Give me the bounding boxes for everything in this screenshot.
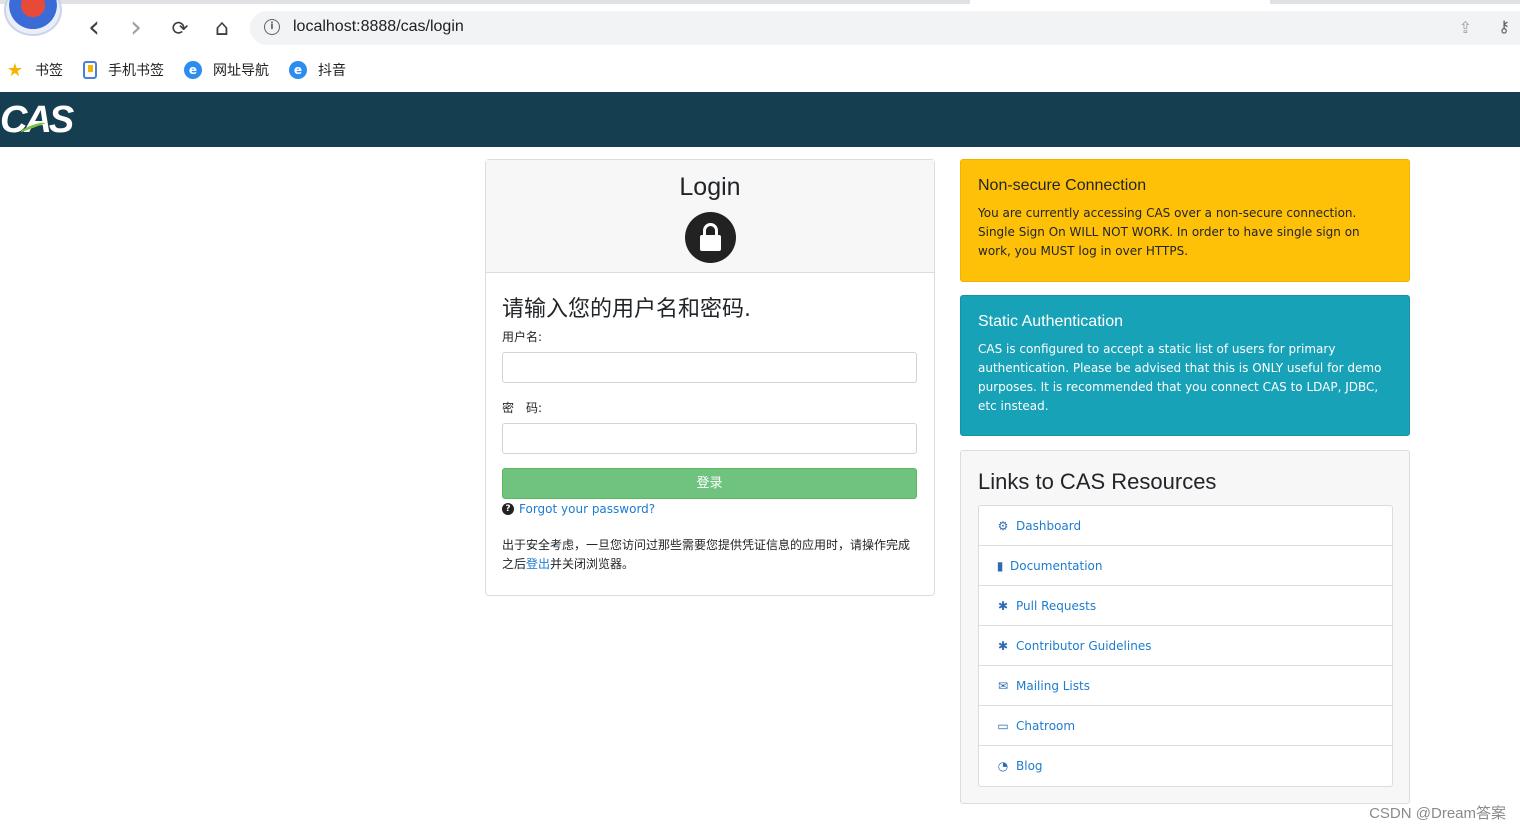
password-label: 密 码: <box>502 401 543 415</box>
bookmark-item-bookmarks[interactable]: ★ 书签 <box>6 59 63 81</box>
reload-icon: ⟳ <box>171 16 189 40</box>
login-card-header: Login <box>486 160 934 273</box>
security-note-tail: 并关闭浏览器。 <box>550 557 635 571</box>
home-icon: ⌂ <box>215 15 229 41</box>
resource-label: Mailing Lists <box>1016 678 1090 693</box>
resource-label: Blog <box>1016 759 1043 773</box>
security-note: 出于安全考虑，一旦您访问过那些需要您提供凭证信息的应用时，请操作完成之后登出并关… <box>502 536 918 574</box>
bookmarks-bar: ★ 书签 手机书签 e 网址导航 e 抖音 <box>0 56 360 84</box>
file-icon: ▮ <box>996 558 1004 573</box>
static-auth-title: Static Authentication <box>978 313 1123 330</box>
login-button[interactable]: 登录 <box>502 468 917 499</box>
bookmark-label: 书签 <box>35 63 63 79</box>
forgot-password-row: ? Forgot your password? <box>502 502 918 516</box>
username-label: 用户名: <box>502 330 543 344</box>
bookmark-item-douyin[interactable]: e 抖音 <box>289 60 346 80</box>
resource-label: Contributor Guidelines <box>1016 638 1152 653</box>
bookmark-item-navigation[interactable]: e 网址导航 <box>184 60 269 80</box>
rss-icon: ◔ <box>997 759 1009 773</box>
username-input[interactable] <box>502 352 917 383</box>
login-title: Login <box>679 173 741 201</box>
url-text[interactable]: localhost:8888/cas/login <box>293 18 464 36</box>
profile-avatar[interactable] <box>4 0 62 36</box>
resource-link-contributor-guidelines[interactable]: ✱ Contributor Guidelines <box>979 626 1392 666</box>
non-secure-title: Non-secure Connection <box>978 177 1147 194</box>
logout-link[interactable]: 登出 <box>526 557 550 571</box>
comment-icon: ▭ <box>997 718 1009 733</box>
browser-chrome: ‹ › ⟳ ⌂ i localhost:8888/cas/login ⇪ ⚷ ★… <box>0 0 1520 92</box>
non-secure-text: You are currently accessing CAS over a n… <box>978 206 1360 258</box>
cas-logo[interactable]: CAS <box>0 99 74 142</box>
bookmark-label: 抖音 <box>318 63 346 79</box>
resource-link-blog[interactable]: ◔ Blog <box>979 746 1392 786</box>
phone-bookmark-icon <box>83 61 97 79</box>
resource-link-dashboard[interactable]: ⚙ Dashboard <box>979 506 1392 546</box>
watermark: CSDN @Dream答案 <box>1369 805 1506 822</box>
static-auth-text: CAS is configured to accept a static lis… <box>978 342 1382 413</box>
login-form: 请输入您的用户名和密码. 用户名: 密 码: 登录 ? Forgot your … <box>486 273 934 574</box>
resources-title: Links to CAS Resources <box>978 469 1217 494</box>
login-card: Login 请输入您的用户名和密码. 用户名: 密 码: 登录 ? Forgot… <box>485 159 935 596</box>
resource-link-documentation[interactable]: ▮ Documentation <box>979 546 1392 586</box>
back-icon: ‹ <box>88 10 100 45</box>
question-circle-icon: ? <box>502 503 514 515</box>
resource-link-chatroom[interactable]: ▭ Chatroom <box>979 706 1392 746</box>
browser-e-icon: e <box>289 61 307 79</box>
envelope-icon: ✉ <box>997 678 1009 693</box>
resource-link-pull-requests[interactable]: ✱ Pull Requests <box>979 586 1392 626</box>
password-input[interactable] <box>502 423 917 454</box>
site-info-icon[interactable]: i <box>264 19 280 35</box>
non-secure-alert: Non-secure Connection You are currently … <box>960 159 1410 282</box>
resource-label: Chatroom <box>1016 718 1076 733</box>
tab-strip <box>0 0 1520 4</box>
address-bar[interactable]: i localhost:8888/cas/login ⇪ ⚷ <box>250 11 1520 45</box>
resources-list: ⚙ Dashboard ▮ Documentation ✱ Pull Reque… <box>978 505 1393 787</box>
lock-icon <box>684 212 736 263</box>
star-icon: ★ <box>6 59 24 81</box>
resource-label: Dashboard <box>1016 518 1082 533</box>
home-button[interactable]: ⌂ <box>208 14 236 42</box>
forgot-password-link[interactable]: Forgot your password? <box>519 502 655 516</box>
forward-icon: › <box>130 10 142 45</box>
forward-button[interactable]: › <box>122 10 150 45</box>
resource-link-mailing-lists[interactable]: ✉ Mailing Lists <box>979 666 1392 706</box>
reload-button[interactable]: ⟳ <box>166 14 194 42</box>
password-key-icon[interactable]: ⚷ <box>1498 17 1510 36</box>
cogs-icon: ⚙ <box>997 518 1009 533</box>
resource-label: Documentation <box>1010 558 1103 573</box>
bug-icon: ✱ <box>997 598 1009 613</box>
static-auth-alert: Static Authentication CAS is configured … <box>960 295 1410 436</box>
share-icon[interactable]: ⇪ <box>1459 18 1472 37</box>
bookmark-label: 手机书签 <box>108 63 164 79</box>
resource-label: Pull Requests <box>1016 598 1097 613</box>
bug-icon: ✱ <box>997 638 1009 653</box>
back-button[interactable]: ‹ <box>80 10 108 45</box>
resources-card: Links to CAS Resources ⚙ Dashboard ▮ Doc… <box>960 450 1410 804</box>
browser-e-icon: e <box>184 61 202 79</box>
cas-header: CAS <box>0 92 1520 147</box>
bookmark-label: 网址导航 <box>213 63 269 79</box>
bookmark-item-mobile[interactable]: 手机书签 <box>83 60 164 80</box>
login-prompt: 请输入您的用户名和密码. <box>502 297 751 322</box>
active-tab[interactable] <box>970 0 1270 4</box>
